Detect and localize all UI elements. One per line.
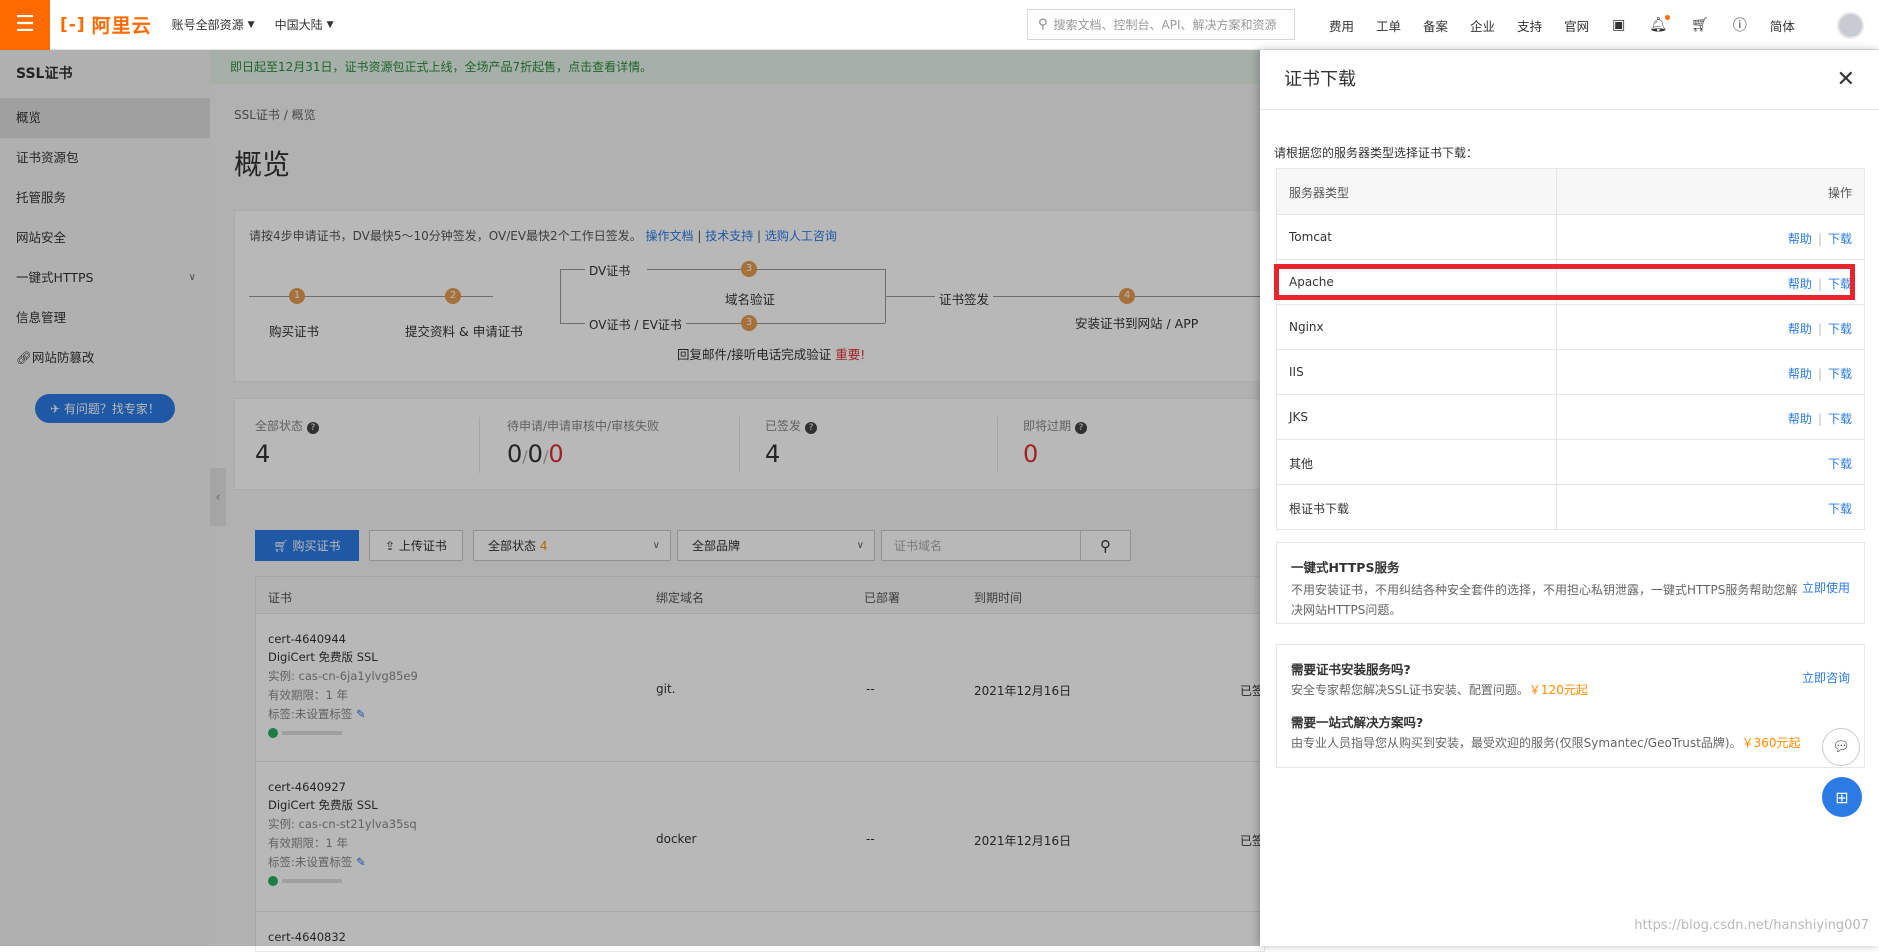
help-link[interactable]: 帮助	[1788, 367, 1812, 381]
server-row-jks: JKS 帮助 | 下载	[1277, 394, 1864, 439]
server-type-table: 服务器类型 操作 Tomcat 帮助 | 下载 Apache 帮助 | 下载 Nginx…	[1276, 168, 1865, 530]
server-row-root: 根证书下载 下载	[1277, 484, 1864, 529]
drawer-title: 证书下载	[1284, 69, 1356, 90]
menu-icon[interactable]: ☰	[0, 0, 50, 50]
nav-enterprise[interactable]: 企业	[1470, 16, 1495, 35]
use-now-link[interactable]: 立即使用	[1802, 579, 1850, 596]
download-link[interactable]: 下载	[1828, 457, 1852, 471]
download-link[interactable]: 下载	[1828, 367, 1852, 381]
help-link[interactable]: 帮助	[1788, 322, 1812, 336]
aliyun-logo-icon: [-]	[60, 14, 86, 35]
search-icon: ⚲	[1038, 17, 1048, 32]
close-icon[interactable]: ✕	[1837, 50, 1855, 110]
account-dropdown[interactable]: 账号全部资源 ▼	[172, 16, 255, 33]
brand-logo[interactable]: [-] 阿里云	[60, 11, 152, 38]
help-icon[interactable]: ⓘ	[1733, 15, 1747, 35]
top-nav: 费用 工单 备案 企业 支持 官网 ▣ 🔔︎ 🛒︎ ⓘ 简体	[1318, 0, 1806, 50]
server-row-tomcat: Tomcat 帮助 | 下载	[1277, 214, 1864, 259]
promo-https: 一键式HTTPS服务 不用安装证书，不用纠结各种安全套件的选择，不用担心私钥泄露…	[1276, 542, 1865, 624]
watermark: https://blog.csdn.net/hanshiying007	[1634, 918, 1869, 933]
help-link[interactable]: 帮助	[1788, 412, 1812, 426]
global-search-input[interactable]: ⚲ 搜索文档、控制台、API、解决方案和资源	[1027, 9, 1295, 40]
cert-download-drawer: 证书下载 ✕ 请根据您的服务器类型选择证书下载： 服务器类型 操作 Tomcat…	[1260, 50, 1879, 946]
terminal-icon[interactable]: ▣	[1612, 17, 1625, 33]
nav-official[interactable]: 官网	[1564, 16, 1589, 35]
nav-tickets[interactable]: 工单	[1376, 16, 1401, 35]
promo-services: 需要证书安装服务吗? 安全专家帮您解决SSL证书安装、配置问题。￥120元起 立…	[1276, 644, 1865, 768]
highlight-box-apache	[1274, 264, 1855, 300]
drawer-desc: 请根据您的服务器类型选择证书下载：	[1274, 146, 1479, 160]
server-row-iis: IIS 帮助 | 下载	[1277, 349, 1864, 394]
nav-icp[interactable]: 备案	[1423, 16, 1448, 35]
download-link[interactable]: 下载	[1828, 412, 1852, 426]
cart-icon[interactable]: 🛒︎	[1691, 17, 1709, 33]
download-link[interactable]: 下载	[1828, 502, 1852, 516]
download-link[interactable]: 下载	[1828, 322, 1852, 336]
nav-fees[interactable]: 费用	[1329, 16, 1354, 35]
drawer-header: 证书下载 ✕	[1260, 50, 1879, 110]
download-link[interactable]: 下载	[1828, 232, 1852, 246]
server-table-header: 服务器类型 操作	[1277, 169, 1864, 214]
region-dropdown[interactable]: 中国大陆 ▼	[275, 16, 334, 33]
apps-grid-icon[interactable]: ⊞	[1822, 777, 1862, 817]
caret-down-icon: ▼	[326, 19, 334, 30]
consult-now-link[interactable]: 立即咨询	[1802, 669, 1850, 686]
nav-support[interactable]: 支持	[1517, 16, 1542, 35]
server-row-other: 其他 下载	[1277, 439, 1864, 484]
avatar[interactable]	[1837, 12, 1864, 39]
modal-overlay[interactable]	[0, 50, 1260, 946]
server-row-nginx: Nginx 帮助 | 下载	[1277, 304, 1864, 349]
language-switch[interactable]: 简体	[1770, 16, 1795, 35]
bell-icon[interactable]: 🔔︎	[1649, 15, 1671, 33]
caret-down-icon: ▼	[247, 19, 255, 30]
help-link[interactable]: 帮助	[1788, 232, 1812, 246]
notification-dot	[1665, 15, 1671, 20]
chat-icon[interactable]: 💬︎	[1822, 728, 1860, 766]
